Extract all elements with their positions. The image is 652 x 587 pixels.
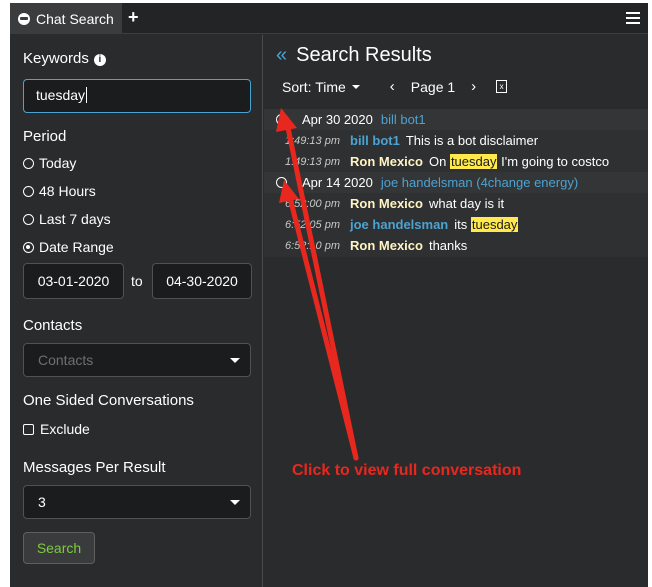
next-page-button[interactable]: › xyxy=(471,78,476,95)
radio-icon xyxy=(23,157,34,169)
period-option-48-hours[interactable]: 48 Hours xyxy=(23,183,96,199)
results-panel: « Search Results Sort: Time ‹ Page 1 › x… xyxy=(264,35,648,587)
keywords-input[interactable]: tuesday xyxy=(23,79,251,113)
message-row: 6:52:10 pm Ron Mexico thanks xyxy=(284,238,468,253)
search-button[interactable]: Search xyxy=(23,532,95,564)
tab-bar: Chat Search + xyxy=(10,3,648,34)
message-row: 1:49:13 pm Ron Mexico On tuesday I'm goi… xyxy=(284,154,610,169)
period-option-last-7-days[interactable]: Last 7 days xyxy=(23,211,111,227)
sort-dropdown[interactable]: Sort: Time xyxy=(282,79,346,95)
annotation-text: Click to view full conversation xyxy=(292,462,522,479)
date-to-input[interactable]: 04-30-2020 xyxy=(152,263,252,299)
results-list: Apr 30 2020 bill bot1 1:49:13 pm bill bo… xyxy=(264,109,648,257)
export-excel-icon[interactable]: x xyxy=(496,80,508,93)
zoom-in-icon[interactable] xyxy=(276,114,287,125)
radio-icon xyxy=(23,213,34,225)
message-row: 6:52:00 pm Ron Mexico what day is it xyxy=(284,196,505,211)
info-icon[interactable]: i xyxy=(93,54,106,66)
zoom-in-icon[interactable] xyxy=(276,177,287,188)
hamburger-menu-icon[interactable] xyxy=(626,12,640,24)
tab-label: Chat Search xyxy=(36,10,114,27)
contacts-select[interactable]: Contacts xyxy=(23,343,251,377)
chevron-down-icon xyxy=(230,358,240,363)
chat-bubble-icon xyxy=(18,12,30,25)
filter-panel: Keywords i tuesday Period Today 48 Hours … xyxy=(10,35,263,587)
keywords-label: Keywords i xyxy=(23,50,106,67)
period-label: Period xyxy=(23,128,67,145)
date-from-input[interactable]: 03-01-2020 xyxy=(23,263,124,299)
radio-selected-icon xyxy=(23,241,34,253)
prev-page-button[interactable]: ‹ xyxy=(390,78,395,95)
radio-icon xyxy=(23,185,34,197)
results-toolbar: Sort: Time ‹ Page 1 › x xyxy=(282,78,508,95)
message-row: 6:52:05 pm joe handelsman its tuesday xyxy=(284,217,519,232)
period-option-date-range[interactable]: Date Range xyxy=(23,239,114,255)
keyword-highlight: tuesday xyxy=(470,217,519,232)
collapse-chevron-icon[interactable]: « xyxy=(276,44,287,67)
results-header: « Search Results xyxy=(276,44,432,67)
messages-per-result-select[interactable]: 3 xyxy=(23,485,251,519)
chat-search-app: Chat Search + Keywords i tuesday Period T… xyxy=(10,3,648,587)
exclude-checkbox[interactable]: Exclude xyxy=(23,421,90,437)
date-to-label: to xyxy=(131,273,143,289)
messages-per-result-label: Messages Per Result xyxy=(23,459,166,476)
add-tab-button[interactable]: + xyxy=(128,7,139,28)
results-title: Search Results xyxy=(296,44,432,66)
conversation-group-header[interactable]: Apr 14 2020 joe handelsman (4change ener… xyxy=(264,172,648,193)
keyword-highlight: tuesday xyxy=(449,154,498,169)
checkbox-icon xyxy=(23,423,34,435)
contacts-label: Contacts xyxy=(23,317,83,334)
message-row: 1:49:13 pm bill bot1 This is a bot discl… xyxy=(284,133,539,148)
chevron-down-icon xyxy=(230,500,240,505)
tab-chat-search[interactable]: Chat Search xyxy=(10,3,122,34)
chevron-down-icon xyxy=(351,84,360,89)
period-option-today[interactable]: Today xyxy=(23,155,76,171)
page-label: Page 1 xyxy=(410,78,456,95)
one-sided-label: One Sided Conversations xyxy=(23,392,194,409)
conversation-group-header[interactable]: Apr 30 2020 bill bot1 xyxy=(264,109,648,130)
